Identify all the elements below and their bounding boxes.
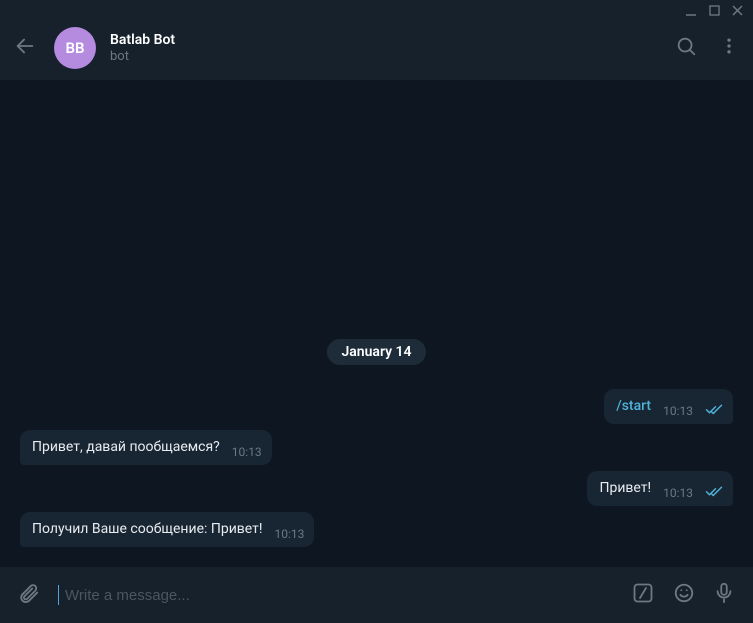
microphone-icon[interactable] bbox=[713, 582, 735, 608]
date-separator: January 14 bbox=[327, 339, 425, 365]
message-row: /start 10:13 bbox=[20, 389, 733, 424]
chat-subtitle: bot bbox=[110, 49, 653, 64]
message-time: 10:13 bbox=[232, 445, 262, 459]
back-button[interactable] bbox=[14, 35, 36, 61]
avatar-initials: BB bbox=[65, 39, 84, 57]
chat-title-block[interactable]: Batlab Bot bot bbox=[110, 32, 653, 64]
message-text: Получил Ваше сообщение: Привет! bbox=[32, 520, 263, 539]
message-time: 10:13 bbox=[663, 486, 693, 500]
attach-icon[interactable] bbox=[18, 582, 40, 608]
message-row: Привет! 10:13 bbox=[20, 471, 733, 506]
maximize-icon[interactable] bbox=[709, 5, 720, 16]
message-text: Привет, давай пообщаемся? bbox=[32, 438, 220, 457]
more-icon[interactable] bbox=[719, 36, 739, 60]
close-icon[interactable] bbox=[732, 5, 743, 16]
chat-area[interactable]: January 14 /start10:13Привет, давай пооб… bbox=[0, 80, 753, 567]
chat-title: Batlab Bot bbox=[110, 32, 653, 48]
message-input[interactable] bbox=[65, 587, 613, 604]
emoji-icon[interactable] bbox=[673, 582, 695, 608]
message-time: 10:13 bbox=[663, 404, 693, 418]
date-separator-row: January 14 bbox=[20, 339, 733, 365]
message-text: /start bbox=[616, 397, 651, 416]
message-time: 10:13 bbox=[275, 527, 305, 541]
message-row: Получил Ваше сообщение: Привет! 10:13 bbox=[20, 512, 733, 547]
chat-header: BB Batlab Bot bot bbox=[0, 18, 753, 80]
message-text: Привет! bbox=[599, 479, 651, 498]
input-caret bbox=[58, 585, 59, 605]
message-bubble-incoming[interactable]: Получил Ваше сообщение: Привет! 10:13 bbox=[20, 512, 314, 547]
search-icon[interactable] bbox=[675, 35, 697, 61]
message-bubble-outgoing[interactable]: Привет! 10:13 bbox=[587, 471, 733, 506]
read-ticks-icon bbox=[705, 484, 723, 498]
minimize-icon[interactable] bbox=[685, 5, 697, 17]
message-input-bar bbox=[0, 567, 753, 623]
message-row: Привет, давай пообщаемся? 10:13 bbox=[20, 430, 733, 465]
read-ticks-icon bbox=[705, 402, 723, 416]
message-bubble-outgoing[interactable]: /start 10:13 bbox=[604, 389, 733, 424]
avatar[interactable]: BB bbox=[54, 27, 96, 69]
commands-icon[interactable] bbox=[631, 581, 655, 609]
message-bubble-incoming[interactable]: Привет, давай пообщаемся? 10:13 bbox=[20, 430, 272, 465]
window-controls bbox=[0, 0, 753, 18]
